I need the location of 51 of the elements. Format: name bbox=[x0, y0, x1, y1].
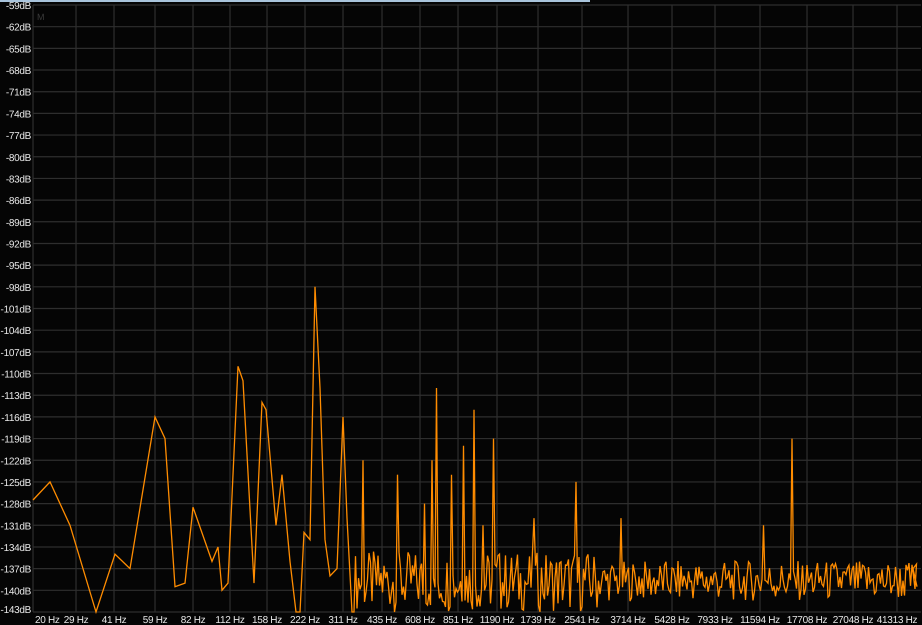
y-axis-label: -62dB bbox=[6, 22, 31, 34]
y-axis-label: -74dB bbox=[6, 109, 31, 120]
y-axis-label: -95dB bbox=[6, 261, 31, 272]
x-axis-label: 3714 Hz bbox=[610, 615, 646, 625]
x-axis-label: 435 Hz bbox=[367, 615, 397, 625]
x-axis-label: 17708 Hz bbox=[786, 615, 828, 625]
y-axis-label: -107dB bbox=[0, 348, 31, 359]
y-axis-label: -59dB bbox=[6, 1, 31, 12]
x-axis-label: 7933 Hz bbox=[697, 615, 733, 625]
x-axis-label: 851 Hz bbox=[443, 615, 473, 625]
x-axis-label: 222 Hz bbox=[290, 615, 320, 625]
y-axis-label: -104dB bbox=[0, 326, 31, 338]
y-axis-label: -86dB bbox=[6, 196, 31, 208]
y-axis-label: -122dB bbox=[0, 456, 31, 468]
x-axis-label: 311 Hz bbox=[328, 615, 358, 625]
y-axis-label: -125dB bbox=[0, 478, 31, 489]
x-axis-label: 112 Hz bbox=[215, 615, 245, 625]
x-axis-label: 1739 Hz bbox=[520, 615, 556, 625]
x-axis-label: 59 Hz bbox=[142, 615, 168, 625]
y-axis-label: -116dB bbox=[1, 412, 31, 424]
y-axis-label: -119dB bbox=[1, 434, 31, 446]
x-axis-label: 11594 Hz bbox=[740, 615, 780, 625]
y-axis-label: -131dB bbox=[0, 521, 31, 532]
x-axis-label: 5428 Hz bbox=[654, 615, 690, 625]
x-axis-label: 41 Hz bbox=[102, 615, 126, 625]
x-axis-label: 27048 Hz bbox=[832, 615, 874, 625]
y-axis-label: -140dB bbox=[0, 586, 31, 598]
y-axis-label: -77dB bbox=[6, 131, 31, 142]
y-axis-label: -101dB bbox=[0, 304, 31, 316]
y-axis-label: -128dB bbox=[0, 500, 31, 511]
y-axis-label: -80dB bbox=[6, 152, 31, 164]
x-axis-label: 1190 Hz bbox=[480, 615, 514, 625]
y-axis-label: -143dB bbox=[0, 605, 31, 616]
x-axis-label: 41313 Hz bbox=[876, 615, 918, 625]
y-axis-label: -92dB bbox=[6, 239, 31, 250]
y-axis-label: -83dB bbox=[6, 174, 31, 186]
x-axis-label: 608 Hz bbox=[405, 615, 435, 625]
x-axis-label: 29 Hz bbox=[64, 615, 88, 625]
y-axis-label: -113dB bbox=[1, 391, 31, 402]
x-axis-label: 20 Hz bbox=[35, 615, 60, 625]
y-axis-label: -137dB bbox=[0, 564, 31, 576]
y-axis-label: -134dB bbox=[0, 542, 31, 554]
y-axis-label: -98dB bbox=[6, 282, 31, 294]
x-axis-label: 158 Hz bbox=[252, 615, 282, 625]
x-axis-label: 2541 Hz bbox=[564, 615, 600, 625]
x-axis-label: 82 Hz bbox=[180, 615, 206, 625]
y-axis-label: -71dB bbox=[6, 88, 31, 99]
y-axis-label: -68dB bbox=[6, 66, 31, 78]
y-axis-label: -65dB bbox=[6, 44, 31, 56]
y-axis-label: -110dB bbox=[1, 370, 31, 381]
y-axis-label: -89dB bbox=[6, 218, 31, 229]
